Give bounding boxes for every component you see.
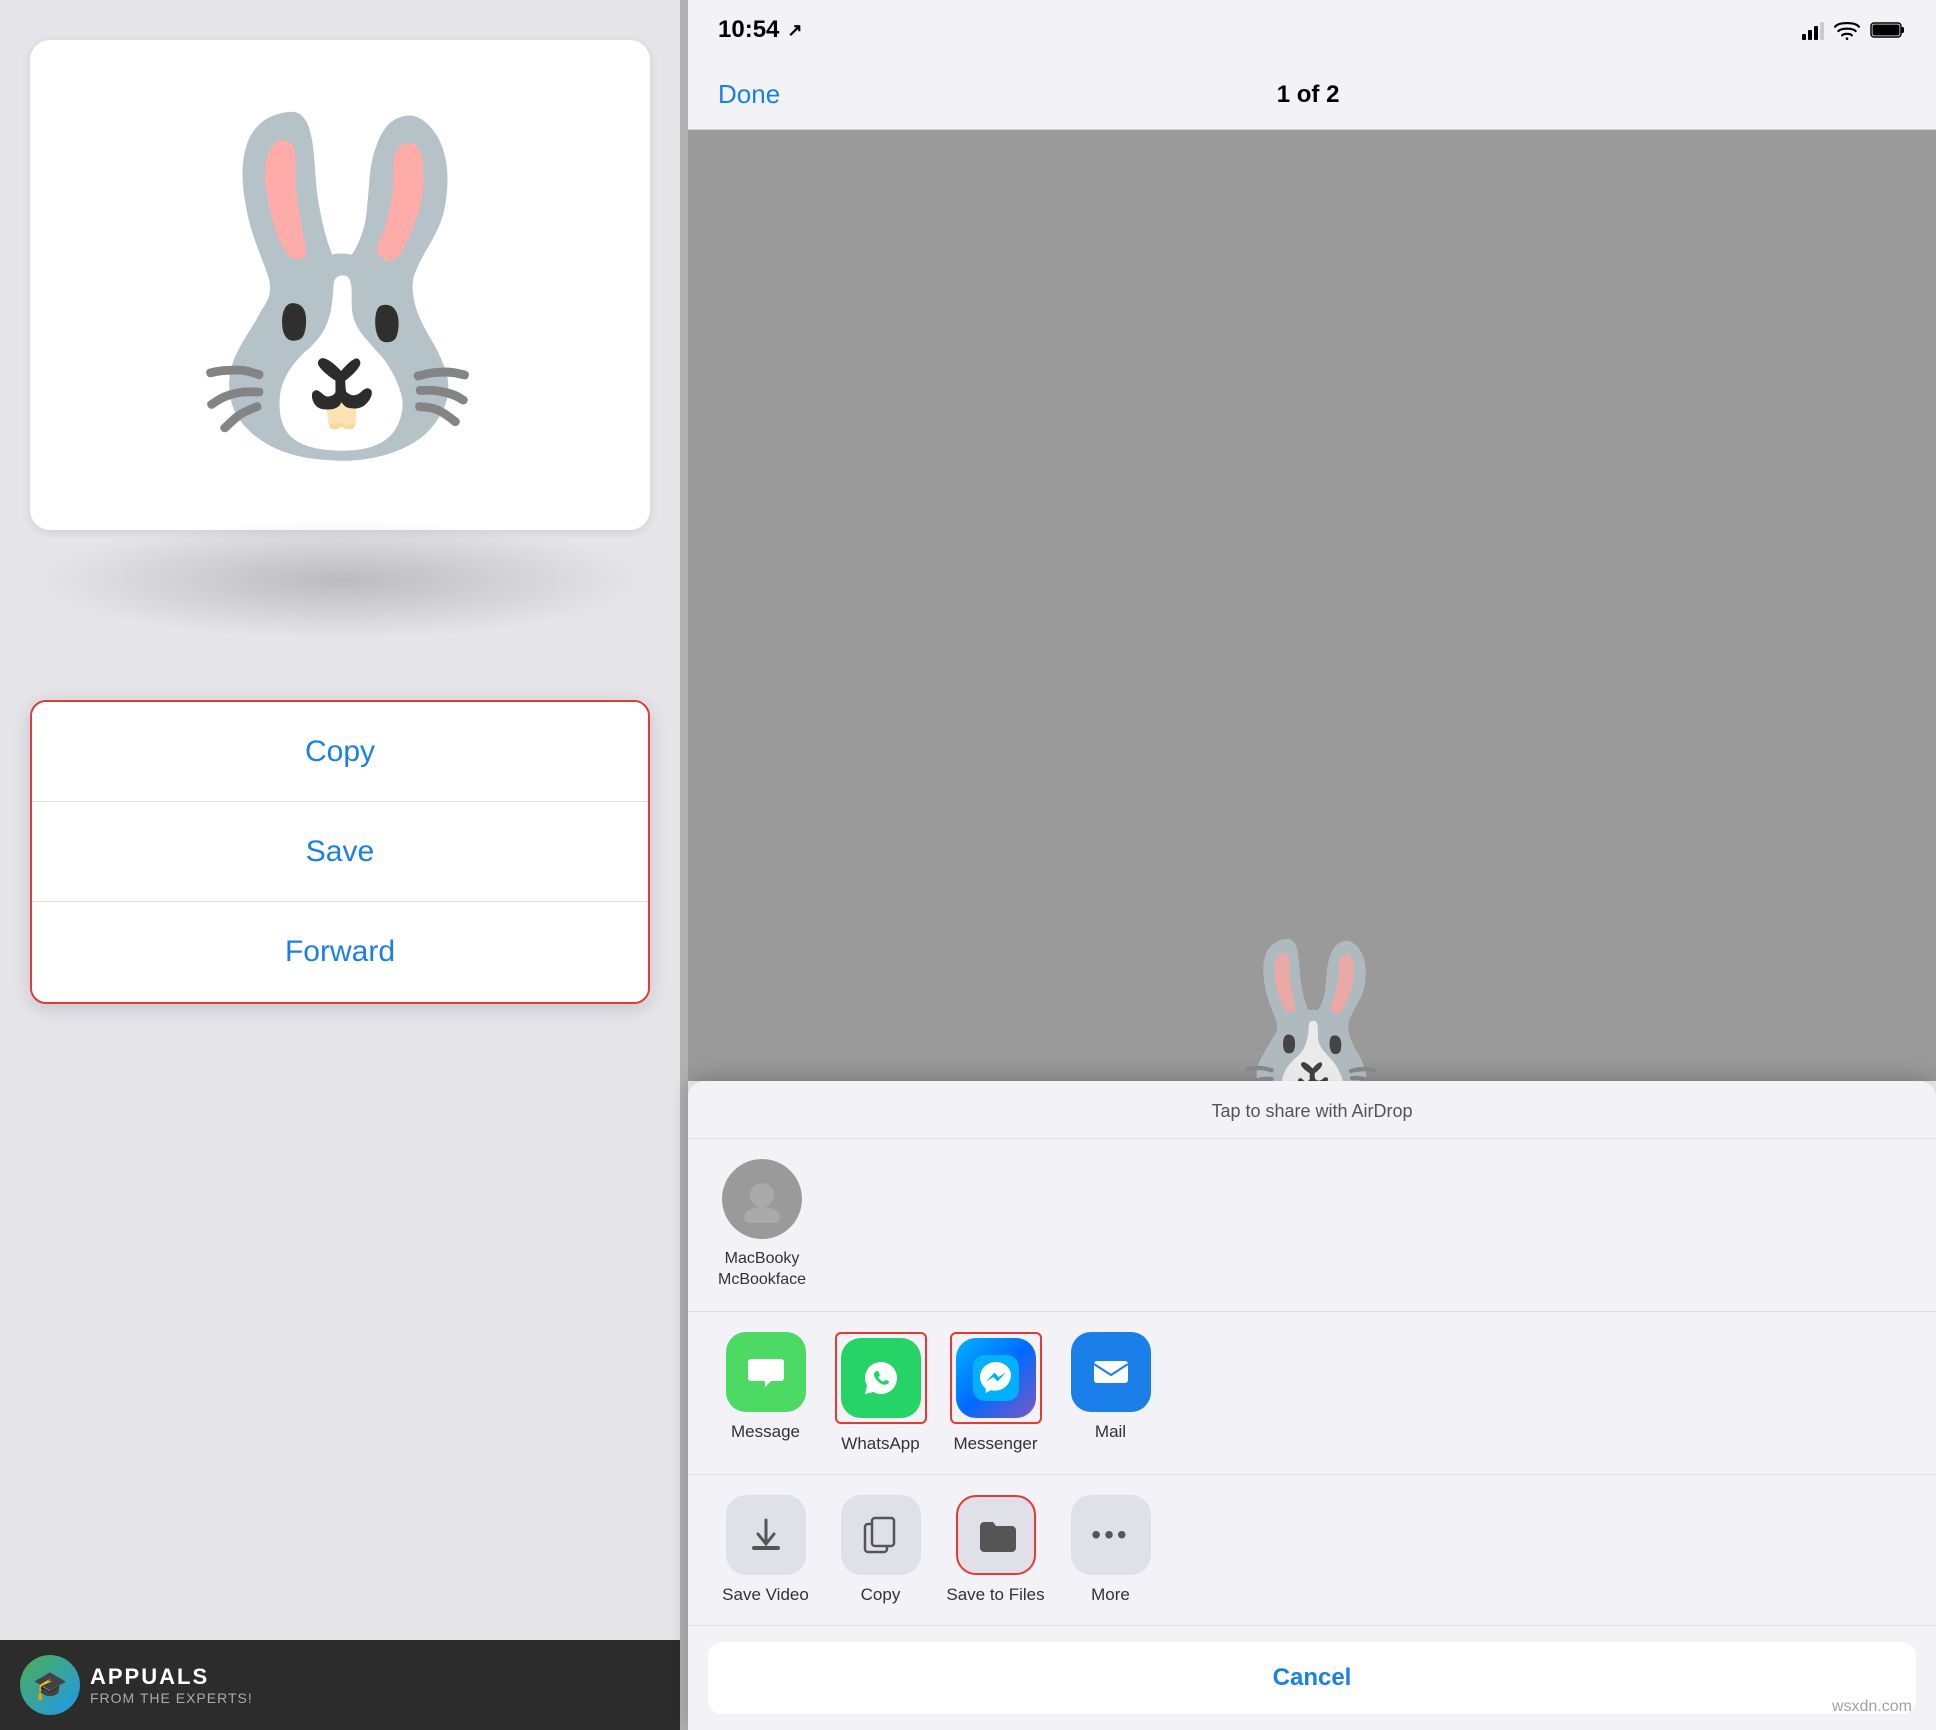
more-icon-bg: ••• (1071, 1495, 1151, 1575)
messenger-red-border (950, 1332, 1042, 1424)
right-phone-panel: 10:54 ↗ (688, 0, 1936, 1730)
more-label: More (1091, 1585, 1130, 1605)
battery-icon (1870, 20, 1906, 40)
mail-icon (1071, 1332, 1151, 1412)
whatsapp-app-label: WhatsApp (841, 1434, 919, 1454)
page-indicator: 1 of 2 (1277, 81, 1340, 109)
photo-preview-area: 🐰 (688, 130, 1936, 1081)
bunny-preview-emoji: 🐰 (1212, 934, 1411, 1081)
airdrop-hint: Tap to share with AirDrop (688, 1081, 1936, 1139)
contact-avatar (722, 1159, 802, 1239)
done-button[interactable]: Done (718, 79, 780, 110)
whatsapp-icon (841, 1338, 921, 1418)
share-mail-app[interactable]: Mail (1053, 1332, 1168, 1442)
share-actions-row: Save Video Copy Save (688, 1475, 1936, 1626)
messenger-icon (956, 1338, 1036, 1418)
message-icon (726, 1332, 806, 1412)
copy-icon-bg (841, 1495, 921, 1575)
watermark: wsxdn.com (1832, 1698, 1912, 1716)
contact-name: MacBooky McBookface (718, 1249, 806, 1291)
copy-action[interactable]: Copy (823, 1495, 938, 1605)
share-whatsapp-app[interactable]: WhatsApp (823, 1332, 938, 1454)
more-dots-icon: ••• (1091, 1519, 1129, 1551)
save-to-files-label: Save to Files (946, 1585, 1044, 1605)
save-to-files-icon-bg (956, 1495, 1036, 1575)
appuals-logo-icon: 🎓 (20, 1655, 80, 1715)
save-video-action[interactable]: Save Video (708, 1495, 823, 1605)
panel-divider (680, 0, 688, 1730)
signal-bars-icon (1802, 20, 1824, 40)
messenger-app-label: Messenger (953, 1434, 1037, 1454)
wifi-icon (1834, 20, 1860, 40)
more-action[interactable]: ••• More (1053, 1495, 1168, 1605)
bunny-image-card: 🐰 (30, 40, 650, 530)
copy-action-label: Copy (861, 1585, 901, 1605)
forward-option[interactable]: Forward (32, 902, 648, 1002)
status-bar: 10:54 ↗ (688, 0, 1936, 60)
left-phone-panel: 🐰 Copy Save Forward 🎓 APPUALS FROM THE E… (0, 0, 680, 1730)
copy-option[interactable]: Copy (32, 702, 648, 802)
status-icons (1802, 20, 1906, 40)
save-video-label: Save Video (722, 1585, 809, 1605)
nav-bar: Done 1 of 2 (688, 60, 1936, 130)
location-arrow-icon: ↗ (787, 20, 802, 41)
context-menu: Copy Save Forward (30, 700, 650, 1004)
appuals-bar: 🎓 APPUALS FROM THE EXPERTS! (0, 1640, 680, 1730)
mail-app-label: Mail (1095, 1422, 1126, 1442)
share-messenger-app[interactable]: Messenger (938, 1332, 1053, 1454)
bunny-emoji: 🐰 (141, 125, 539, 445)
save-option[interactable]: Save (32, 802, 648, 902)
message-app-label: Message (731, 1422, 800, 1442)
copy-icon (860, 1514, 902, 1556)
save-to-files-icon (975, 1514, 1017, 1556)
whatsapp-red-border (835, 1332, 927, 1424)
share-message-app[interactable]: Message (708, 1332, 823, 1442)
save-video-icon-bg (726, 1495, 806, 1575)
appuals-subtext: FROM THE EXPERTS! (90, 1690, 253, 1706)
airdrop-contacts-row: MacBooky McBookface (688, 1139, 1936, 1312)
contact-macbooky[interactable]: MacBooky McBookface (718, 1159, 806, 1291)
cancel-button[interactable]: Cancel (708, 1642, 1916, 1714)
save-video-icon (745, 1514, 787, 1556)
status-time: 10:54 ↗ (718, 16, 802, 44)
shadow-area (30, 520, 650, 640)
share-sheet: Tap to share with AirDrop MacBooky McBoo… (688, 1081, 1936, 1730)
appuals-name: APPUALS (90, 1664, 253, 1690)
share-apps-row: Message WhatsApp (688, 1312, 1936, 1475)
save-to-files-action[interactable]: Save to Files (938, 1495, 1053, 1605)
